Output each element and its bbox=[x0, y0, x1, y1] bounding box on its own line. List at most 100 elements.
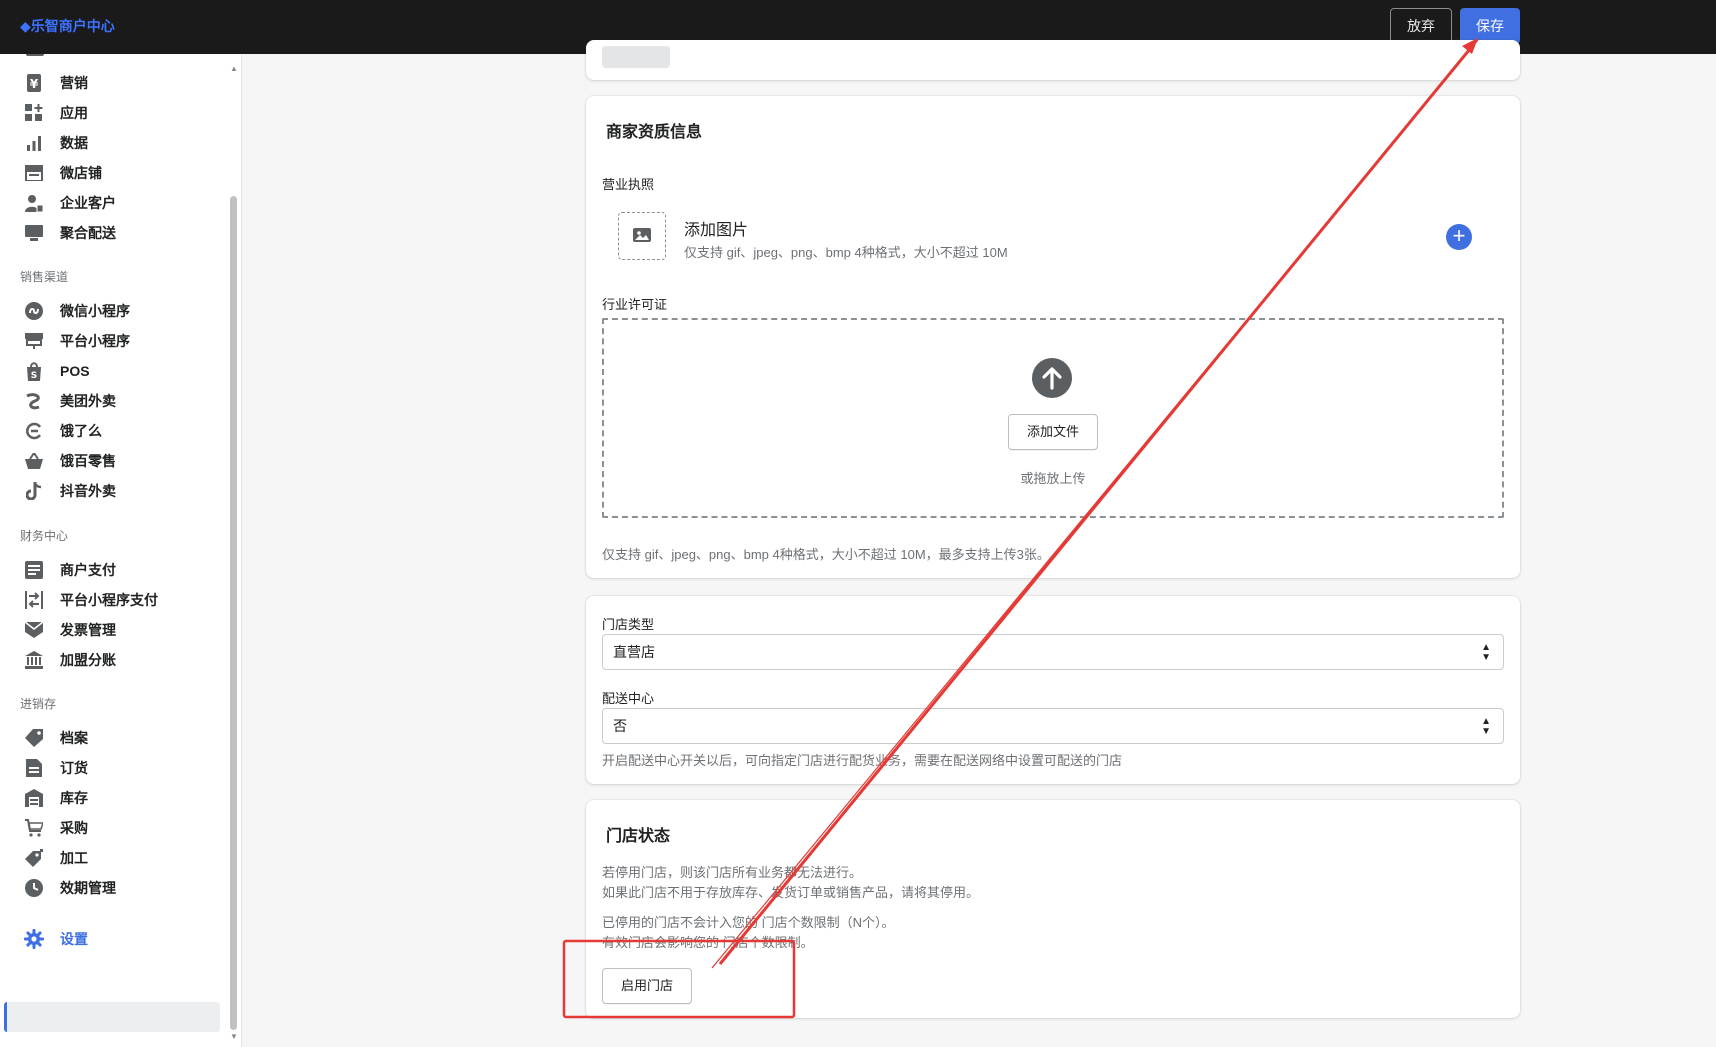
brand-logo[interactable]: ◆乐智商户中心 bbox=[20, 16, 115, 36]
sidebar-item-label: 档案 bbox=[60, 730, 88, 746]
scroll-up-arrow-icon[interactable]: ▲ bbox=[230, 64, 238, 73]
sidebar-item-label: 库存 bbox=[60, 790, 88, 806]
sidebar-item-label: 微店铺 bbox=[60, 165, 102, 181]
sidebar-item-label: 设置 bbox=[60, 931, 88, 947]
add-image-dropzone[interactable] bbox=[618, 212, 666, 260]
add-image-title: 添加图片 bbox=[684, 222, 749, 239]
sidebar: ¥ 营销 应用 数据 微店铺 企业客户 聚合配送 销售渠道 微信小程序 平台小程… bbox=[0, 54, 242, 1047]
sidebar-item-settings[interactable]: 设置 bbox=[24, 926, 88, 952]
sidebar-item-eleme[interactable]: 饿了么 bbox=[24, 418, 102, 444]
basket-icon bbox=[24, 451, 44, 471]
status-line-2: 如果此门店不用于存放库存、发货订单或销售产品，请将其停用。 bbox=[602, 885, 980, 900]
business-license-label: 营业执照 bbox=[602, 177, 655, 192]
industry-license-label: 行业许可证 bbox=[602, 297, 668, 312]
sidebar-item-label: 采购 bbox=[60, 820, 88, 836]
sidebar-item-platform-pay[interactable]: 平台小程序支付 bbox=[24, 587, 158, 613]
sidebar-item-marketing[interactable]: ¥ 营销 bbox=[24, 70, 88, 96]
sidebar-item-ordering[interactable]: 订货 bbox=[24, 755, 88, 781]
sidebar-active-highlight bbox=[4, 1002, 220, 1032]
add-image-plus-icon[interactable]: + bbox=[1446, 224, 1472, 250]
sidebar-item-label: 平台小程序支付 bbox=[60, 592, 158, 608]
partial-nav-icon bbox=[26, 54, 44, 56]
sidebar-item-microstore[interactable]: 微店铺 bbox=[24, 160, 102, 186]
sidebar-item-data[interactable]: 数据 bbox=[24, 130, 88, 156]
store-status-card: 门店状态 若停用门店，则该门店所有业务都无法进行。 如果此门店不用于存放库存、发… bbox=[586, 800, 1520, 1018]
transfer-icon bbox=[24, 590, 44, 610]
enable-store-button[interactable]: 启用门店 bbox=[602, 968, 692, 1004]
image-icon bbox=[633, 228, 651, 242]
eleme-icon bbox=[24, 421, 44, 441]
sidebar-item-label: 平台小程序 bbox=[60, 333, 130, 349]
sidebar-item-apps[interactable]: 应用 bbox=[24, 100, 88, 126]
add-file-button[interactable]: 添加文件 bbox=[1008, 414, 1098, 450]
svg-text:S: S bbox=[31, 371, 37, 381]
process-tag-icon bbox=[24, 848, 44, 868]
monitor-icon bbox=[24, 223, 44, 243]
bank-icon bbox=[24, 650, 44, 670]
sidebar-item-label: 微信小程序 bbox=[60, 303, 130, 319]
pos-bag-icon: S bbox=[24, 361, 44, 381]
tiktok-icon bbox=[24, 481, 44, 501]
sidebar-item-pos[interactable]: S POS bbox=[24, 358, 90, 384]
status-line-4: 有效门店会影响您的 门店个数限制。 bbox=[602, 935, 814, 950]
delivery-center-select[interactable]: 否 ▲ ▼ bbox=[602, 708, 1504, 744]
gear-icon bbox=[24, 929, 44, 949]
sidebar-item-label: 应用 bbox=[60, 105, 88, 121]
platform-store-icon bbox=[24, 331, 44, 351]
section-title-finance: 财务中心 bbox=[20, 529, 69, 543]
scroll-down-arrow-icon[interactable]: ▼ bbox=[230, 1032, 238, 1041]
sidebar-item-invoice[interactable]: 发票管理 bbox=[24, 617, 116, 643]
tag-icon bbox=[24, 728, 44, 748]
store-type-value: 直营店 bbox=[613, 644, 655, 660]
discard-button[interactable]: 放弃 bbox=[1390, 8, 1452, 44]
sidebar-item-enterprise[interactable]: 企业客户 bbox=[24, 190, 116, 216]
brand-diamond-icon: ◆ bbox=[20, 18, 31, 34]
brand-name: 乐智商户中心 bbox=[30, 18, 115, 34]
sidebar-item-label: 抖音外卖 bbox=[60, 483, 116, 499]
clock-icon bbox=[24, 878, 44, 898]
sidebar-item-label: 加工 bbox=[60, 850, 88, 866]
mini-program-icon bbox=[24, 301, 44, 321]
sidebar-item-douyin[interactable]: 抖音外卖 bbox=[24, 478, 116, 504]
sidebar-item-label: 发票管理 bbox=[60, 622, 116, 638]
store-type-card: 门店类型 直营店 ▲ ▼ 配送中心 否 ▲ ▼ 开启配送中心开关以后，可向指定门店进… bbox=[586, 596, 1520, 784]
sidebar-item-delivery[interactable]: 聚合配送 bbox=[24, 220, 116, 246]
sidebar-item-processing[interactable]: 加工 bbox=[24, 845, 88, 871]
partial-chip bbox=[602, 46, 670, 68]
sidebar-item-label: 美团外卖 bbox=[60, 393, 116, 409]
delivery-center-label: 配送中心 bbox=[602, 691, 655, 706]
sidebar-item-franchise-split[interactable]: 加盟分账 bbox=[24, 647, 116, 673]
sidebar-item-label: 效期管理 bbox=[60, 880, 116, 896]
sidebar-item-platform-mini[interactable]: 平台小程序 bbox=[24, 328, 130, 354]
status-line-1: 若停用门店，则该门店所有业务都无法进行。 bbox=[602, 865, 863, 880]
save-button[interactable]: 保存 bbox=[1460, 8, 1520, 44]
sidebar-item-label: 订货 bbox=[60, 760, 88, 776]
qualification-title: 商家资质信息 bbox=[606, 124, 703, 141]
sidebar-item-purchase[interactable]: 采购 bbox=[24, 815, 88, 841]
sidebar-item-label: 数据 bbox=[60, 135, 88, 151]
bar-chart-icon bbox=[24, 133, 44, 153]
sidebar-item-label: 饿百零售 bbox=[60, 453, 116, 469]
sidebar-item-label: 加盟分账 bbox=[60, 652, 116, 668]
sidebar-item-ebai[interactable]: 饿百零售 bbox=[24, 448, 116, 474]
store-type-select[interactable]: 直营店 ▲ ▼ bbox=[602, 634, 1504, 670]
sidebar-item-archive[interactable]: 档案 bbox=[24, 725, 88, 751]
upload-format-note: 仅支持 gif、jpeg、png、bmp 4种格式，大小不超过 10M，最多支持… bbox=[602, 547, 1050, 562]
store-type-label: 门店类型 bbox=[602, 617, 655, 632]
sidebar-scrollbar[interactable]: ▲ ▼ bbox=[228, 64, 240, 1042]
storefront-icon bbox=[24, 163, 44, 183]
status-line-3: 已停用的门店不会计入您的 门店个数限制（N个）。 bbox=[602, 915, 895, 930]
sidebar-item-wechat-mini[interactable]: 微信小程序 bbox=[24, 298, 130, 324]
upload-arrow-icon bbox=[1032, 358, 1072, 398]
invoice-icon bbox=[24, 620, 44, 640]
sidebar-item-meituan[interactable]: 美团外卖 bbox=[24, 388, 116, 414]
industry-license-dropzone[interactable]: 添加文件 或拖放上传 bbox=[602, 318, 1504, 518]
sidebar-item-stock[interactable]: 库存 bbox=[24, 785, 88, 811]
sidebar-item-merchant-pay[interactable]: 商户支付 bbox=[24, 557, 116, 583]
cart-icon bbox=[24, 818, 44, 838]
section-title-inventory: 进销存 bbox=[20, 697, 57, 711]
section-title-sales: 销售渠道 bbox=[20, 270, 69, 284]
sidebar-item-label: 饿了么 bbox=[60, 423, 102, 439]
scrollbar-thumb[interactable] bbox=[230, 196, 237, 1030]
sidebar-item-expiry[interactable]: 效期管理 bbox=[24, 875, 116, 901]
